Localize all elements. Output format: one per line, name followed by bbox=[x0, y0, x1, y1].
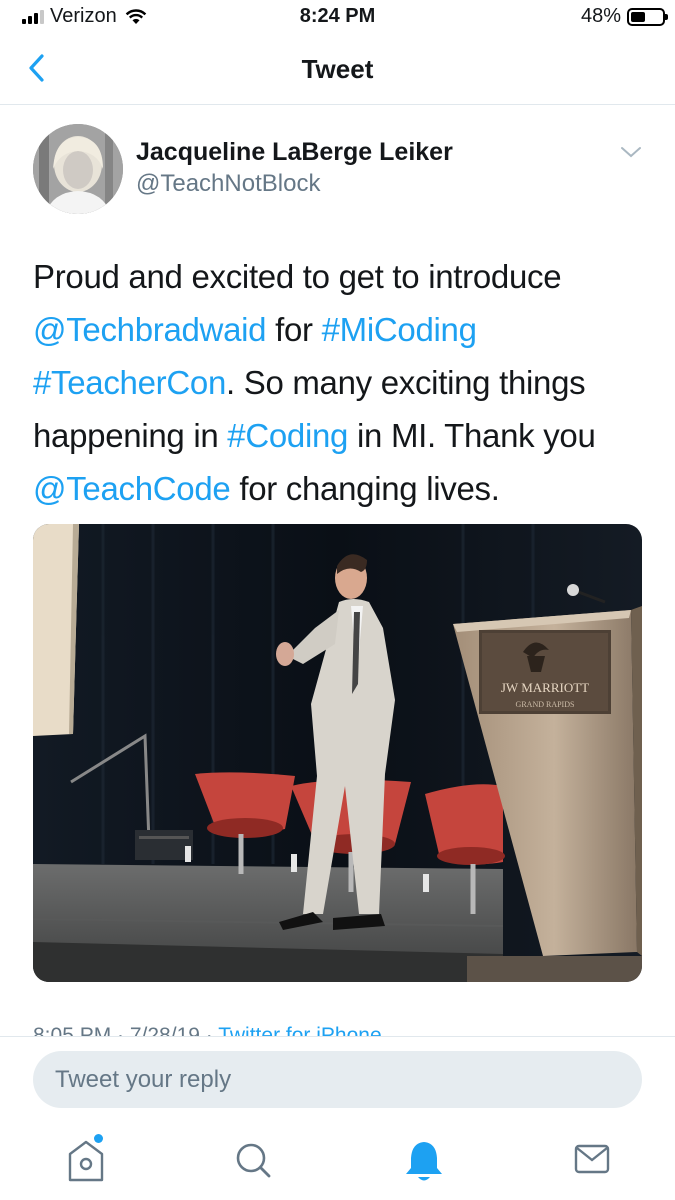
tweet-text-run: Proud and excited to get to introduce bbox=[33, 258, 562, 295]
tab-messages[interactable] bbox=[561, 1134, 621, 1184]
tweet-text-run: in MI. Thank you bbox=[348, 417, 596, 454]
nav-bar: Tweet bbox=[0, 34, 675, 105]
notification-dot bbox=[94, 1134, 103, 1143]
hashtag-link[interactable]: #MiCoding bbox=[322, 311, 477, 348]
tab-bar bbox=[0, 1126, 675, 1200]
chevron-down-icon[interactable] bbox=[619, 144, 643, 160]
mention-link[interactable]: @TeachCode bbox=[33, 470, 231, 507]
reply-bar: Tweet your reply bbox=[0, 1036, 675, 1127]
hashtag-link[interactable]: #TeacherCon bbox=[33, 364, 226, 401]
bell-icon bbox=[406, 1142, 442, 1181]
battery-percent: 48% bbox=[580, 5, 621, 27]
avatar[interactable] bbox=[33, 124, 123, 214]
reply-input[interactable]: Tweet your reply bbox=[33, 1051, 642, 1108]
podium-subtitle: GRAND RAPIDS bbox=[516, 700, 575, 709]
search-icon bbox=[236, 1143, 271, 1178]
tab-notifications[interactable] bbox=[394, 1134, 454, 1184]
tweet-text-run: for changing lives. bbox=[230, 470, 500, 507]
mail-icon bbox=[574, 1144, 610, 1174]
hashtag-link[interactable]: #Coding bbox=[227, 417, 348, 454]
podium-brand: JW MARRIOTT bbox=[501, 680, 589, 695]
mention-link[interactable]: @Techbradwaid bbox=[33, 311, 267, 348]
page-title: Tweet bbox=[301, 54, 374, 84]
status-right: 48% bbox=[580, 5, 668, 28]
tab-home[interactable] bbox=[56, 1134, 116, 1184]
battery-fill bbox=[631, 11, 645, 22]
tweet-text: Proud and excited to get to introduce @T… bbox=[33, 250, 648, 515]
battery-icon bbox=[627, 7, 668, 26]
tweet-author: Jacqueline LaBerge Leiker @TeachNotBlock bbox=[33, 124, 643, 214]
author-name[interactable]: Jacqueline LaBerge Leiker bbox=[136, 138, 453, 167]
author-handle[interactable]: @TeachNotBlock bbox=[136, 170, 320, 198]
home-icon bbox=[68, 1140, 104, 1182]
tweet-photo[interactable]: JW MARRIOTT GRAND RAPIDS bbox=[33, 524, 642, 982]
status-bar: Verizon 8:24 PM 48% bbox=[0, 0, 675, 34]
tweet-text-run: for bbox=[266, 311, 322, 348]
status-time: 8:24 PM bbox=[299, 5, 376, 27]
tab-search[interactable] bbox=[223, 1134, 283, 1184]
